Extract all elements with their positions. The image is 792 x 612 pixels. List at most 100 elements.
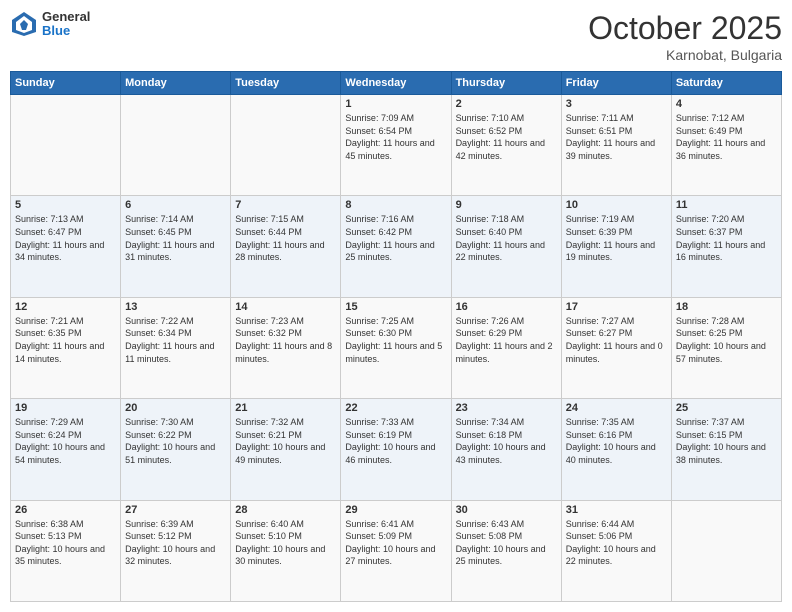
calendar-week-1: 1 Sunrise: 7:09 AM Sunset: 6:54 PM Daylig…	[11, 95, 782, 196]
day-number: 5	[15, 199, 116, 211]
title-block: October 2025 Karnobat, Bulgaria	[588, 10, 782, 63]
calendar-week-2: 5 Sunrise: 7:13 AM Sunset: 6:47 PM Daylig…	[11, 196, 782, 297]
calendar-cell: 1 Sunrise: 7:09 AM Sunset: 6:54 PM Daylig…	[341, 95, 451, 196]
day-number: 28	[235, 504, 336, 516]
day-info: Sunrise: 7:29 AM Sunset: 6:24 PM Dayligh…	[15, 416, 116, 466]
calendar-cell: 16 Sunrise: 7:26 AM Sunset: 6:29 PM Dayli…	[451, 297, 561, 398]
day-number: 9	[456, 199, 557, 211]
day-number: 27	[125, 504, 226, 516]
day-info: Sunrise: 7:28 AM Sunset: 6:25 PM Dayligh…	[676, 315, 777, 365]
calendar-cell: 12 Sunrise: 7:21 AM Sunset: 6:35 PM Dayli…	[11, 297, 121, 398]
day-info: Sunrise: 7:32 AM Sunset: 6:21 PM Dayligh…	[235, 416, 336, 466]
calendar-cell: 31 Sunrise: 6:44 AM Sunset: 5:06 PM Dayli…	[561, 500, 671, 601]
calendar-cell: 24Sunrise: 7:35 AM Sunset: 6:16 PM Dayli…	[561, 399, 671, 500]
day-info: Sunrise: 7:09 AM Sunset: 6:54 PM Dayligh…	[345, 112, 446, 162]
day-info: Sunrise: 7:22 AM Sunset: 6:34 PM Dayligh…	[125, 315, 226, 365]
calendar-cell	[11, 95, 121, 196]
day-info: Sunrise: 7:25 AM Sunset: 6:30 PM Dayligh…	[345, 315, 446, 365]
day-header-tuesday: Tuesday	[231, 72, 341, 95]
day-number: 7	[235, 199, 336, 211]
calendar-cell: 3 Sunrise: 7:11 AM Sunset: 6:51 PM Daylig…	[561, 95, 671, 196]
calendar-cell: 28 Sunrise: 6:40 AM Sunset: 5:10 PM Dayli…	[231, 500, 341, 601]
day-number: 2	[456, 98, 557, 110]
page: General Blue October 2025 Karnobat, Bulg…	[0, 0, 792, 612]
day-info: Sunrise: 6:44 AM Sunset: 5:06 PM Dayligh…	[566, 518, 667, 568]
calendar-cell: 17 Sunrise: 7:27 AM Sunset: 6:27 PM Dayli…	[561, 297, 671, 398]
day-number: 20	[125, 402, 226, 414]
day-info: Sunrise: 6:40 AM Sunset: 5:10 PM Dayligh…	[235, 518, 336, 568]
calendar-cell: 7 Sunrise: 7:15 AM Sunset: 6:44 PM Daylig…	[231, 196, 341, 297]
day-number: 12	[15, 301, 116, 313]
day-info: Sunrise: 6:38 AM Sunset: 5:13 PM Dayligh…	[15, 518, 116, 568]
day-info: Sunrise: 7:35 AM Sunset: 6:16 PM Dayligh…	[566, 416, 667, 466]
day-number: 21	[235, 402, 336, 414]
subtitle: Karnobat, Bulgaria	[588, 47, 782, 63]
calendar-cell	[231, 95, 341, 196]
day-info: Sunrise: 7:30 AM Sunset: 6:22 PM Dayligh…	[125, 416, 226, 466]
header: General Blue October 2025 Karnobat, Bulg…	[10, 10, 782, 63]
calendar-cell: 2 Sunrise: 7:10 AM Sunset: 6:52 PM Daylig…	[451, 95, 561, 196]
day-info: Sunrise: 6:41 AM Sunset: 5:09 PM Dayligh…	[345, 518, 446, 568]
day-number: 18	[676, 301, 777, 313]
day-number: 6	[125, 199, 226, 211]
day-number: 31	[566, 504, 667, 516]
day-number: 10	[566, 199, 667, 211]
day-info: Sunrise: 7:15 AM Sunset: 6:44 PM Dayligh…	[235, 213, 336, 263]
day-info: Sunrise: 7:34 AM Sunset: 6:18 PM Dayligh…	[456, 416, 557, 466]
day-info: Sunrise: 7:23 AM Sunset: 6:32 PM Dayligh…	[235, 315, 336, 365]
day-number: 1	[345, 98, 446, 110]
day-info: Sunrise: 7:27 AM Sunset: 6:27 PM Dayligh…	[566, 315, 667, 365]
day-header-wednesday: Wednesday	[341, 72, 451, 95]
day-number: 22	[345, 402, 446, 414]
day-number: 3	[566, 98, 667, 110]
calendar-table: SundayMondayTuesdayWednesdayThursdayFrid…	[10, 71, 782, 602]
day-info: Sunrise: 7:26 AM Sunset: 6:29 PM Dayligh…	[456, 315, 557, 365]
day-info: Sunrise: 7:19 AM Sunset: 6:39 PM Dayligh…	[566, 213, 667, 263]
day-number: 23	[456, 402, 557, 414]
day-number: 16	[456, 301, 557, 313]
calendar-cell: 26 Sunrise: 6:38 AM Sunset: 5:13 PM Dayli…	[11, 500, 121, 601]
logo: General Blue	[10, 10, 90, 39]
day-info: Sunrise: 7:33 AM Sunset: 6:19 PM Dayligh…	[345, 416, 446, 466]
calendar-cell: 23 Sunrise: 7:34 AM Sunset: 6:18 PM Dayli…	[451, 399, 561, 500]
day-number: 26	[15, 504, 116, 516]
main-title: October 2025	[588, 10, 782, 47]
logo-blue-text: Blue	[42, 24, 90, 38]
day-header-sunday: Sunday	[11, 72, 121, 95]
day-number: 11	[676, 199, 777, 211]
calendar-cell: 13 Sunrise: 7:22 AM Sunset: 6:34 PM Dayli…	[121, 297, 231, 398]
day-info: Sunrise: 7:11 AM Sunset: 6:51 PM Dayligh…	[566, 112, 667, 162]
calendar-cell	[121, 95, 231, 196]
day-number: 14	[235, 301, 336, 313]
day-info: Sunrise: 6:39 AM Sunset: 5:12 PM Dayligh…	[125, 518, 226, 568]
day-info: Sunrise: 7:20 AM Sunset: 6:37 PM Dayligh…	[676, 213, 777, 263]
day-info: Sunrise: 7:12 AM Sunset: 6:49 PM Dayligh…	[676, 112, 777, 162]
calendar-cell: 9 Sunrise: 7:18 AM Sunset: 6:40 PM Daylig…	[451, 196, 561, 297]
day-info: Sunrise: 7:13 AM Sunset: 6:47 PM Dayligh…	[15, 213, 116, 263]
day-number: 25	[676, 402, 777, 414]
calendar-cell: 14 Sunrise: 7:23 AM Sunset: 6:32 PM Dayli…	[231, 297, 341, 398]
day-info: Sunrise: 7:16 AM Sunset: 6:42 PM Dayligh…	[345, 213, 446, 263]
day-info: Sunrise: 7:21 AM Sunset: 6:35 PM Dayligh…	[15, 315, 116, 365]
day-number: 17	[566, 301, 667, 313]
day-info: Sunrise: 7:18 AM Sunset: 6:40 PM Dayligh…	[456, 213, 557, 263]
calendar-cell: 27 Sunrise: 6:39 AM Sunset: 5:12 PM Dayli…	[121, 500, 231, 601]
calendar-week-3: 12 Sunrise: 7:21 AM Sunset: 6:35 PM Dayli…	[11, 297, 782, 398]
logo-text: General Blue	[42, 10, 90, 39]
day-number: 4	[676, 98, 777, 110]
calendar-cell: 6Sunrise: 7:14 AM Sunset: 6:45 PM Daylig…	[121, 196, 231, 297]
calendar-cell: 22 Sunrise: 7:33 AM Sunset: 6:19 PM Dayli…	[341, 399, 451, 500]
day-header-saturday: Saturday	[671, 72, 781, 95]
calendar-cell: 30Sunrise: 6:43 AM Sunset: 5:08 PM Dayli…	[451, 500, 561, 601]
calendar-cell: 19 Sunrise: 7:29 AM Sunset: 6:24 PM Dayli…	[11, 399, 121, 500]
calendar-header-row: SundayMondayTuesdayWednesdayThursdayFrid…	[11, 72, 782, 95]
day-number: 19	[15, 402, 116, 414]
calendar-cell: 25 Sunrise: 7:37 AM Sunset: 6:15 PM Dayli…	[671, 399, 781, 500]
calendar-cell: 29Sunrise: 6:41 AM Sunset: 5:09 PM Dayli…	[341, 500, 451, 601]
calendar-cell: 5 Sunrise: 7:13 AM Sunset: 6:47 PM Daylig…	[11, 196, 121, 297]
day-info: Sunrise: 7:37 AM Sunset: 6:15 PM Dayligh…	[676, 416, 777, 466]
day-number: 13	[125, 301, 226, 313]
day-info: Sunrise: 7:10 AM Sunset: 6:52 PM Dayligh…	[456, 112, 557, 162]
calendar-cell: 11 Sunrise: 7:20 AM Sunset: 6:37 PM Dayli…	[671, 196, 781, 297]
calendar-cell: 18 Sunrise: 7:28 AM Sunset: 6:25 PM Dayli…	[671, 297, 781, 398]
